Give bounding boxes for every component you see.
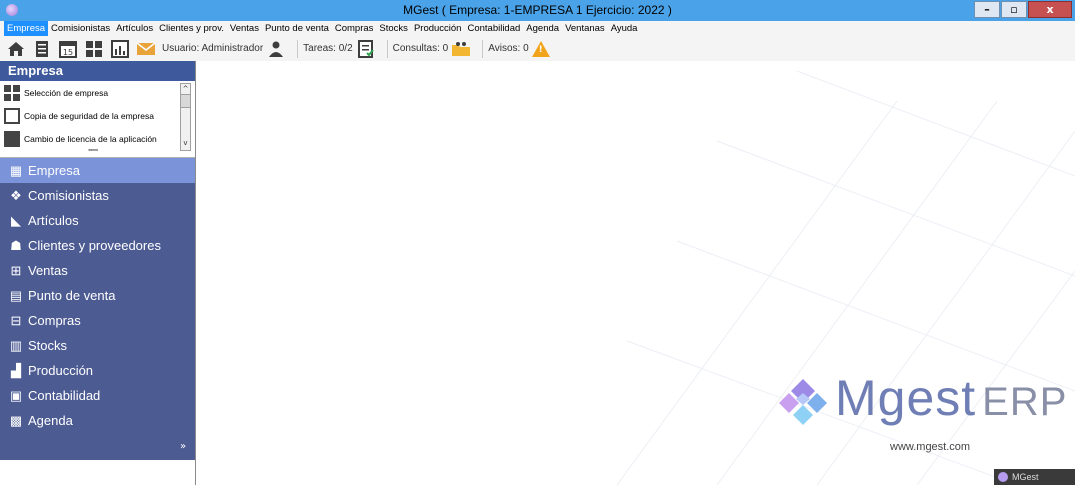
pos-icon: ▤ xyxy=(9,287,23,303)
nav-item-produccion[interactable]: ▟ Producción xyxy=(0,358,195,383)
module-nav: ▦ Empresa ❖ Comisionistas ◣ Artículos ☗ … xyxy=(0,158,195,460)
nav-item-label: Punto de venta xyxy=(28,288,116,303)
nav-item-empresa[interactable]: ▦ Empresa xyxy=(0,158,195,183)
nav-item-label: Compras xyxy=(28,313,81,328)
building-icon: ▦ xyxy=(9,162,23,178)
scroll-down-icon[interactable]: v xyxy=(181,138,190,148)
svg-text:15: 15 xyxy=(63,48,73,57)
scroll-up-icon[interactable]: ^ xyxy=(181,84,190,94)
sub-actions-list: Selección de empresa Copia de seguridad … xyxy=(0,81,195,158)
notices-label: Avisos: 0 xyxy=(488,43,529,54)
chevron-down-icon[interactable]: » xyxy=(180,441,186,452)
menu-stocks[interactable]: Stocks xyxy=(376,21,411,36)
document-icon[interactable] xyxy=(32,39,52,59)
website-url: www.mgest.com xyxy=(890,441,971,453)
toolbar-separator xyxy=(482,39,484,58)
sub-item-label: Cambio de licencia de la aplicación xyxy=(24,133,157,144)
menu-clientes-prov[interactable]: Clientes y prov. xyxy=(156,21,227,36)
logo-suffix: ERP xyxy=(982,380,1068,424)
nav-item-articulos[interactable]: ◣ Artículos xyxy=(0,208,195,233)
user-icon[interactable] xyxy=(266,39,286,59)
close-button[interactable]: x xyxy=(1028,1,1072,18)
sub-item-seleccion-empresa[interactable]: Selección de empresa xyxy=(0,81,195,104)
sublist-scrollbar[interactable]: ^ v xyxy=(180,83,191,151)
menu-ayuda[interactable]: Ayuda xyxy=(608,21,641,36)
nav-item-label: Empresa xyxy=(28,163,81,178)
nav-item-label: Stocks xyxy=(28,338,68,353)
menu-bar: Empresa Comisionistas Artículos Clientes… xyxy=(0,21,1075,36)
brand-logo: Mgest ERP www.mgest.com xyxy=(777,369,1067,453)
menu-compras[interactable]: Compras xyxy=(332,21,377,36)
nav-item-clientes-proveedores[interactable]: ☗ Clientes y proveedores xyxy=(0,233,195,258)
chart-icon[interactable] xyxy=(110,39,130,59)
nav-item-label: Contabilidad xyxy=(28,388,101,403)
menu-agenda[interactable]: Agenda xyxy=(523,21,562,36)
queries-label: Consultas: 0 xyxy=(392,43,449,54)
mail-icon[interactable] xyxy=(136,39,156,59)
save-disk-icon xyxy=(4,107,20,124)
nav-item-punto-de-venta[interactable]: ▤ Punto de venta xyxy=(0,283,195,308)
home-icon[interactable] xyxy=(6,39,26,59)
menu-produccion[interactable]: Producción xyxy=(411,21,465,36)
mgest-task-chip[interactable]: MGest xyxy=(994,469,1075,485)
panel-header: Empresa xyxy=(0,61,195,81)
factory-icon: ▟ xyxy=(11,362,21,378)
menu-empresa[interactable]: Empresa xyxy=(4,21,49,36)
splitter-grip[interactable]: '''''''''' xyxy=(88,148,98,156)
nav-item-ventas[interactable]: ⊞ Ventas xyxy=(0,258,195,283)
menu-punto-de-venta[interactable]: Punto de venta xyxy=(262,21,332,36)
toolbar-separator xyxy=(297,39,299,58)
window-controls: – ▫ x xyxy=(974,1,1072,18)
sub-item-label: Selección de empresa xyxy=(24,87,109,98)
nav-item-label: Comisionistas xyxy=(28,188,109,203)
nav-item-label: Agenda xyxy=(28,413,73,428)
nav-item-label: Ventas xyxy=(28,263,68,278)
license-doc-icon xyxy=(4,130,20,147)
sub-item-copia-seguridad[interactable]: Copia de seguridad de la empresa xyxy=(0,104,195,127)
cart-icon: ⊞ xyxy=(10,262,22,278)
calendar-icon: ▩ xyxy=(9,412,23,428)
menu-contabilidad[interactable]: Contabilidad xyxy=(464,21,523,36)
menu-comisionistas[interactable]: Comisionistas xyxy=(48,21,113,36)
tasks-label: Tareas: 0/2 xyxy=(303,43,353,54)
toolbar-separator xyxy=(386,39,388,58)
scroll-thumb[interactable] xyxy=(181,94,190,108)
logo-wordmark: Mgest ERP xyxy=(835,369,1067,427)
tag-icon: ◣ xyxy=(11,212,21,228)
menu-ventanas[interactable]: Ventanas xyxy=(562,21,608,36)
handshake-icon: ❖ xyxy=(10,187,22,203)
task-list-icon[interactable] xyxy=(356,39,376,59)
calculator-icon[interactable] xyxy=(84,39,104,59)
nav-item-label: Artículos xyxy=(28,213,79,228)
nav-item-compras[interactable]: ⊟ Compras xyxy=(0,308,195,333)
main-workspace: Mgest ERP www.mgest.com MGest xyxy=(197,61,1075,485)
nav-item-label: Producción xyxy=(28,363,94,378)
title-bar: MGest ( Empresa: 1-EMPRESA 1 Ejercicio: … xyxy=(0,0,1075,21)
left-panel: Empresa Selección de empresa Copia de se… xyxy=(0,61,196,485)
toolbar: 15 Usuario: Administrador Tareas: 0/2 Co… xyxy=(0,36,1075,61)
queries-folder-icon[interactable] xyxy=(451,39,471,59)
company-grid-icon xyxy=(4,84,20,101)
warning-icon[interactable]: ! xyxy=(531,40,550,57)
restore-button[interactable]: ▫ xyxy=(1001,1,1027,18)
minimize-button[interactable]: – xyxy=(974,1,1000,18)
people-icon: ☗ xyxy=(10,237,22,253)
calendar-icon[interactable]: 15 xyxy=(58,39,78,59)
window-title: MGest ( Empresa: 1-EMPRESA 1 Ejercicio: … xyxy=(403,3,672,17)
purchase-cart-icon: ⊟ xyxy=(10,312,22,328)
menu-ventas[interactable]: Ventas xyxy=(227,21,262,36)
boxes-icon: ▥ xyxy=(9,337,23,353)
logo-text: Mgest xyxy=(835,370,977,426)
ledger-icon: ▣ xyxy=(9,387,23,403)
sub-item-label: Copia de seguridad de la empresa xyxy=(24,110,154,121)
nav-item-agenda[interactable]: ▩ Agenda xyxy=(0,408,195,433)
menu-articulos[interactable]: Artículos xyxy=(113,21,156,36)
nav-item-label: Clientes y proveedores xyxy=(28,238,161,253)
nav-item-contabilidad[interactable]: ▣ Contabilidad xyxy=(0,383,195,408)
nav-item-stocks[interactable]: ▥ Stocks xyxy=(0,333,195,358)
mgest-logo-icon xyxy=(779,379,827,425)
sub-item-cambio-licencia[interactable]: Cambio de licencia de la aplicación xyxy=(0,127,195,150)
nav-item-comisionistas[interactable]: ❖ Comisionistas xyxy=(0,183,195,208)
user-label: Usuario: Administrador xyxy=(162,43,264,54)
